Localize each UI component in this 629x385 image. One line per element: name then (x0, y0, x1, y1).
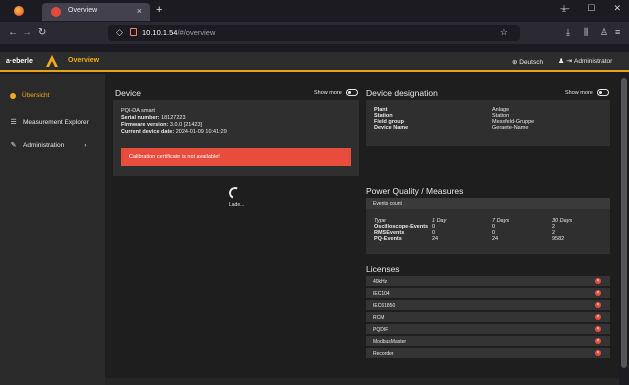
license-row-recorder: Recorder × (366, 348, 610, 359)
device-date: Current device date: 2024-01-09 10:41:29 (121, 129, 227, 135)
loading-spinner-icon (227, 185, 243, 201)
designation-card: Plant Anlage Station Station Field group… (366, 100, 610, 146)
window-controls: — ☐ ✕ (560, 3, 621, 14)
license-name: IEC104 (373, 291, 390, 297)
url-text: 10.10.1.54/#/overview (142, 28, 216, 37)
back-icon[interactable]: ← (8, 27, 18, 38)
table-row: PQ-Events (374, 236, 402, 242)
license-missing-icon: × (595, 278, 601, 284)
designation-show-more-toggle[interactable]: Show more (565, 89, 609, 96)
licenses-title: Licenses (366, 264, 400, 274)
brand-triangle-cutout (49, 61, 55, 67)
license-missing-icon: × (595, 290, 601, 296)
forward-icon[interactable]: → (22, 27, 32, 38)
show-more-label: Show more (314, 89, 342, 96)
device-title: Device (115, 88, 141, 98)
license-name: RCM (373, 315, 385, 321)
device-show-more-toggle[interactable]: Show more (314, 89, 358, 96)
device-model: PQI-DA smart (121, 108, 155, 114)
license-name: Recorder (373, 351, 394, 357)
device-name-value: Geraete-Name (492, 125, 529, 131)
license-missing-icon: × (595, 350, 601, 356)
license-row-pqdif: PQDIF × (366, 324, 610, 335)
reload-icon[interactable]: ↻ (38, 27, 46, 38)
sidebar-item-overview[interactable]: Übersicht (10, 92, 49, 99)
license-missing-icon: × (595, 326, 601, 332)
page-scrollbar[interactable] (621, 78, 627, 368)
browser-nav-bar: ← → ↻ ◇ 10.10.1.54/#/overview ☆ ⤓ ⫼ ♙ ≡ (0, 22, 629, 44)
table-cell: 9582 (552, 236, 565, 242)
toggle-switch[interactable] (345, 89, 358, 96)
browser-tab[interactable]: Overview × (42, 3, 150, 21)
calibration-alert: Calibration certificate is not available… (121, 148, 351, 166)
sidebar-item-administration[interactable]: ✎ Administration › (10, 141, 87, 150)
menu-icon[interactable]: ≡ (615, 27, 620, 37)
license-name: IEC61850 (373, 303, 396, 309)
wrench-icon: ✎ (10, 142, 17, 149)
license-row-iec61850: IEC61850 × (366, 300, 610, 311)
device-card: PQI-DA smart Serial number: 18127223 Fir… (113, 100, 359, 176)
browser-tab-bar: Overview × + ⤓ — ☐ ✕ (0, 0, 629, 22)
chevron-right-icon: › (84, 141, 87, 149)
loading-text: Lade... (229, 202, 245, 208)
tab-title: Overview (68, 7, 98, 14)
url-bar[interactable]: ◇ 10.10.1.54/#/overview ☆ (108, 25, 520, 41)
bookmark-star-icon[interactable]: ☆ (500, 27, 508, 38)
license-row-rcm: RCM × (366, 312, 610, 323)
favicon-icon (51, 7, 61, 17)
table-cell: 24 (492, 236, 499, 242)
sidebar-item-label: Administration (23, 141, 65, 149)
library-icon[interactable]: ⫼ (584, 27, 588, 38)
toggle-switch[interactable] (596, 89, 609, 96)
license-row-modbusmaster: ModbusMaster × (366, 336, 610, 347)
account-icon[interactable]: ♙ (600, 27, 608, 38)
sidebar: Übersicht ☰ Measurement Explorer ✎ Admin… (0, 74, 105, 385)
license-name: ModbusMaster (373, 339, 407, 345)
tab-close-icon[interactable]: × (137, 6, 142, 16)
license-name: PQDIF (373, 327, 389, 333)
sidebar-item-label: Measurement Explorer (23, 118, 89, 126)
shield-icon[interactable]: ◇ (116, 27, 123, 38)
license-missing-icon: × (595, 314, 601, 320)
app-header: a·eberle Overview ⊕ Deutsch ♟ ⇥ Administ… (0, 52, 629, 72)
events-count-label: Events count (373, 201, 402, 207)
sidebar-item-label: Übersicht (22, 92, 50, 99)
minimize-icon[interactable]: — (560, 3, 569, 14)
events-count-header: Events count (366, 198, 610, 209)
insecure-lock-icon[interactable] (130, 28, 137, 36)
footer (105, 378, 619, 385)
new-tab-button[interactable]: + (156, 4, 162, 16)
table-cell: 24 (432, 236, 439, 242)
brand-logo: a·eberle (6, 58, 33, 65)
language-selector[interactable]: ⊕ Deutsch (512, 58, 543, 66)
firmware-version: Firmware version: 3.0.0 [21423] (121, 122, 203, 128)
device-designation-title: Device designation (366, 88, 438, 98)
list-icon: ☰ (10, 119, 17, 126)
show-more-label: Show more (565, 89, 593, 96)
license-name: 40kHz (373, 279, 388, 285)
firefox-icon[interactable] (14, 6, 24, 16)
downloads-icon[interactable]: ⤓ (566, 27, 570, 38)
pq-title: Power Quality / Measures (366, 186, 464, 196)
overview-icon (10, 92, 16, 99)
device-name-label: Device Name (374, 125, 409, 131)
serial-number: Serial number: 18127223 (121, 115, 186, 121)
license-missing-icon: × (595, 338, 601, 344)
license-row-iec104: IEC104 × (366, 288, 610, 299)
user-name[interactable]: Administrator (574, 58, 612, 65)
maximize-icon[interactable]: ☐ (587, 3, 595, 14)
events-table: Type 1 Day 7 Days 30 Days Oscilloscope-E… (366, 209, 610, 254)
close-window-icon[interactable]: ✕ (613, 3, 621, 14)
license-row-40khz: 40kHz × (366, 276, 610, 287)
user-icon[interactable]: ♟ ⇥ (558, 57, 572, 65)
page-title: Overview (68, 57, 100, 64)
license-missing-icon: × (595, 302, 601, 308)
sidebar-item-measurement-explorer[interactable]: ☰ Measurement Explorer (10, 118, 89, 127)
main-content: Device Show more PQI-DA smart Serial num… (105, 74, 619, 385)
